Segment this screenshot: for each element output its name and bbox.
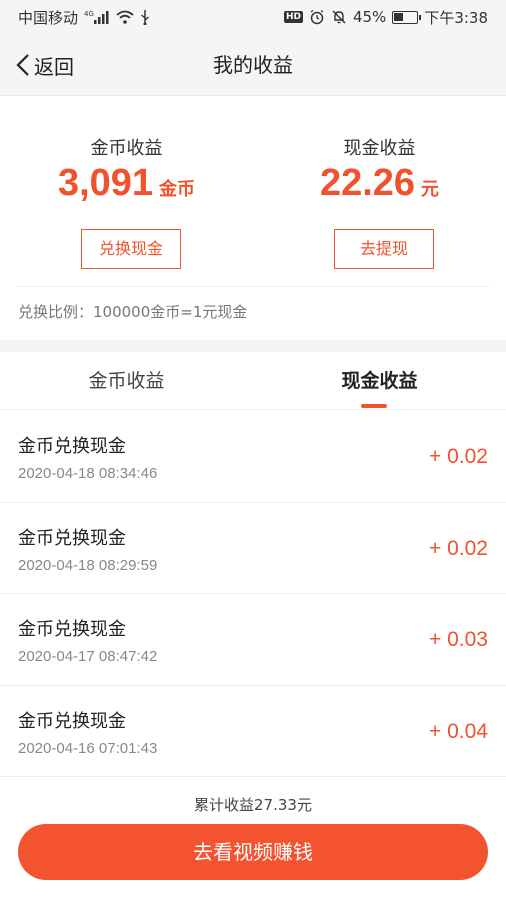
earnings-summary: 金币收益 3,091 金币 兑换现金 现金收益 22.26 元 去提现 兑换比例：1… (0, 96, 506, 346)
tab-coin-earnings[interactable]: 金币收益 (0, 352, 253, 410)
cash-amount-unit: 元 (421, 179, 440, 200)
usb-icon (140, 9, 150, 25)
watch-video-earn-button[interactable]: 去看视频赚钱 (18, 824, 488, 880)
coin-amount-unit: 金币 (159, 179, 196, 200)
record-amount: + 0.03 (429, 628, 488, 651)
status-bar: 中国移动 4G HD 45% 下午3:38 (0, 0, 506, 34)
withdraw-button[interactable]: 去提现 (334, 229, 434, 269)
battery-percent: 45% (352, 8, 387, 26)
clock-time: 下午3:38 (424, 8, 488, 27)
active-tab-indicator (361, 404, 387, 408)
record-time: 2020-04-16 07:01:43 (18, 739, 158, 757)
total-earnings-text: 累计收益27.33元 (194, 796, 312, 814)
record-amount: + 0.02 (429, 445, 488, 468)
chevron-left-icon (16, 53, 30, 77)
svg-text:4G: 4G (84, 10, 94, 18)
earnings-tabs: 金币收益 现金收益 (0, 352, 506, 410)
list-item: 金币兑换现金 2020-04-16 07:01:43 + 0.04 (0, 685, 506, 777)
battery-level (394, 12, 404, 21)
status-right: HD 45% 下午3:38 (283, 7, 488, 28)
coin-earnings-amount: 3,091 金币 (0, 162, 253, 205)
record-title: 金币兑换现金 (18, 527, 126, 549)
list-item: 金币兑换现金 2020-04-17 08:47:42 + 0.03 (0, 594, 506, 686)
tab-cash-earnings[interactable]: 现金收益 (253, 352, 506, 410)
back-button[interactable]: 返回 (16, 34, 74, 96)
record-title: 金币兑换现金 (18, 436, 126, 457)
record-time: 2020-04-18 08:34:46 (18, 465, 158, 482)
alarm-icon (309, 9, 325, 25)
divider (16, 286, 490, 287)
wifi-icon (116, 10, 134, 24)
record-title: 金币兑换现金 (18, 619, 126, 640)
record-time: 2020-04-17 08:47:42 (18, 648, 158, 665)
mute-bell-icon (331, 9, 347, 25)
record-amount: + 0.02 (429, 536, 488, 560)
signal-icon: 4G (84, 10, 110, 24)
record-title: 金币兑换现金 (18, 710, 126, 732)
cash-earnings-label: 现金收益 (343, 138, 416, 159)
cash-earnings-amount: 22.26 元 (253, 162, 506, 205)
cash-amount-value: 22.26 (319, 162, 416, 204)
hd-badge: HD (283, 11, 303, 23)
back-label: 返回 (34, 54, 74, 79)
bottom-bar: 累计收益27.33元 去看视频赚钱 (0, 780, 506, 900)
page-title: 我的收益 (213, 53, 293, 77)
earnings-record-list: 金币兑换现金 2020-04-18 08:34:46 + 0.02 金币兑换现金… (0, 411, 506, 777)
exchange-ratio-text: 兑换比例：100000金币=1元现金 (18, 303, 248, 321)
record-amount: + 0.04 (429, 719, 488, 743)
nav-bar: 返回 我的收益 (0, 34, 506, 96)
exchange-cash-button[interactable]: 兑换现金 (81, 229, 181, 269)
list-item: 金币兑换现金 2020-04-18 08:34:46 + 0.02 (0, 411, 506, 503)
record-time: 2020-04-18 08:29:59 (18, 556, 158, 574)
list-item: 金币兑换现金 2020-04-18 08:29:59 + 0.02 (0, 502, 506, 594)
carrier-label: 中国移动 (18, 8, 79, 27)
section-gap (0, 340, 506, 352)
coin-earnings-label: 金币收益 (90, 138, 163, 159)
status-left: 中国移动 4G (18, 7, 150, 28)
battery-icon (392, 10, 422, 24)
coin-amount-value: 3,091 (57, 162, 154, 204)
